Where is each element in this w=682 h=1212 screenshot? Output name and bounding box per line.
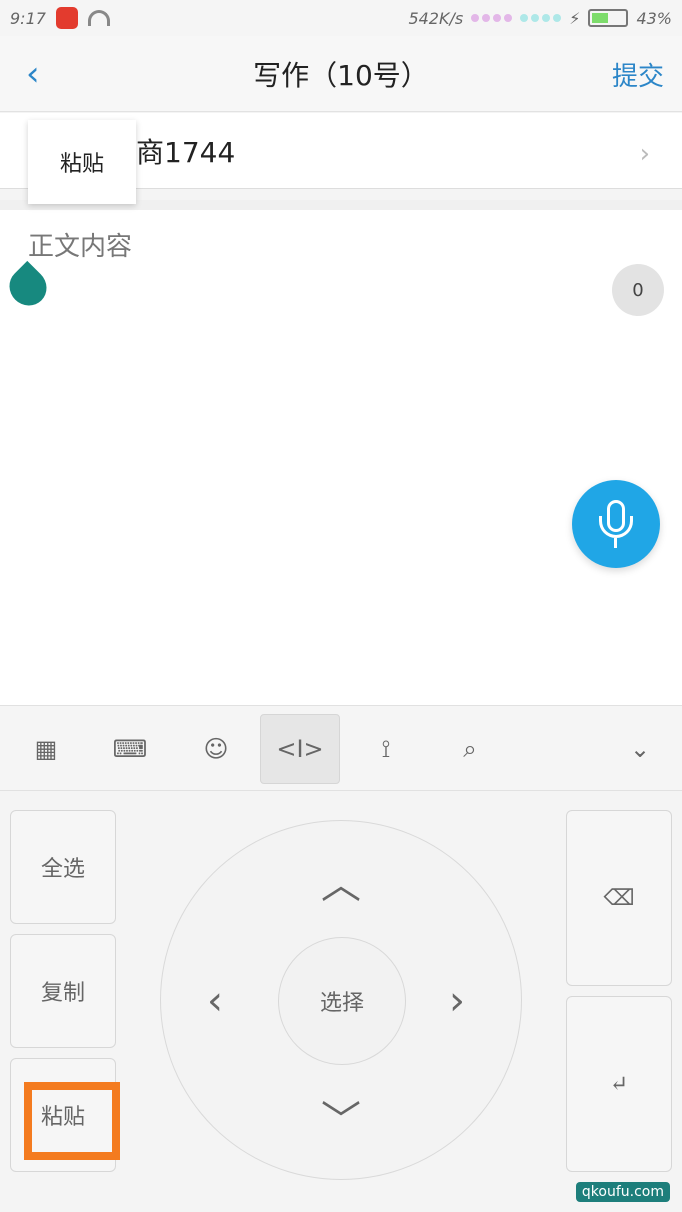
text-cursor-icon[interactable]: <I>	[260, 714, 340, 784]
enter-button[interactable]: ↵	[566, 996, 672, 1172]
submit-button[interactable]: 提交	[612, 56, 664, 93]
link-icon[interactable]: ⟟	[346, 714, 426, 784]
time-label: 9:17	[10, 8, 46, 28]
up-arrow-button[interactable]: ︿	[321, 865, 361, 905]
char-count-badge: 0	[612, 264, 664, 316]
right-arrow-button[interactable]: ›	[449, 981, 465, 1021]
grid-icon[interactable]: ▦	[6, 714, 86, 784]
keyboard-toolbar: ▦ ⌨ ☺ <I> ⟟ ⌕ ⌄	[0, 705, 682, 791]
chevron-down-icon[interactable]: ⌄	[600, 714, 680, 784]
signal-icon	[471, 14, 513, 22]
network-speed: 542K/s	[408, 8, 464, 28]
emoji-icon[interactable]: ☺	[176, 714, 256, 784]
mic-stem	[614, 538, 617, 548]
content-placeholder: 正文内容	[28, 232, 133, 262]
text-cursor-handle[interactable]	[1, 260, 55, 314]
mic-button[interactable]	[572, 480, 660, 568]
keyboard-icon[interactable]: ⌨	[90, 714, 170, 784]
down-arrow-button[interactable]: ﹀	[321, 1101, 361, 1141]
watermark: qkoufu.com	[575, 1182, 670, 1202]
mic-stand	[599, 516, 633, 538]
status-bar: 9:17 542K/s ⚡ 43%	[0, 0, 682, 36]
page-title: 写作（10号）	[253, 58, 429, 92]
search-icon[interactable]: ⌕	[430, 714, 510, 784]
left-arrow-button[interactable]: ‹	[207, 981, 223, 1021]
editor-area[interactable]: 正文内容 0	[0, 200, 682, 705]
signal-2-icon	[520, 14, 562, 22]
backspace-button[interactable]: ⌫	[566, 810, 672, 986]
charging-icon: ⚡	[569, 8, 581, 28]
select-button[interactable]: 选择	[278, 937, 406, 1065]
enter-icon: ↵	[609, 1071, 629, 1097]
select-all-button[interactable]: 全选	[10, 810, 116, 924]
copy-button[interactable]: 复制	[10, 934, 116, 1048]
status-right: 542K/s ⚡ 43%	[408, 9, 672, 28]
paste-button[interactable]: 粘贴	[10, 1058, 116, 1172]
subject-text: 商1744	[136, 136, 236, 169]
edit-keyboard: 全选 复制 粘贴 ︿ ‹ › ﹀ 选择 ⌫ ↵ qkoufu.com	[0, 792, 682, 1212]
battery-level: 43%	[636, 8, 672, 28]
chevron-right-icon: ›	[639, 139, 650, 169]
battery-icon	[588, 9, 629, 27]
paste-popup[interactable]: 粘贴	[28, 120, 136, 204]
app-notification-icon	[55, 7, 78, 29]
top-bar: ‹ 写作（10号） 提交	[0, 36, 682, 112]
direction-pad: ︿ ‹ › ﹀ 选择	[160, 820, 522, 1180]
status-left: 9:17	[10, 7, 110, 29]
wifi-icon	[87, 10, 110, 26]
backspace-icon: ⌫	[603, 885, 635, 911]
